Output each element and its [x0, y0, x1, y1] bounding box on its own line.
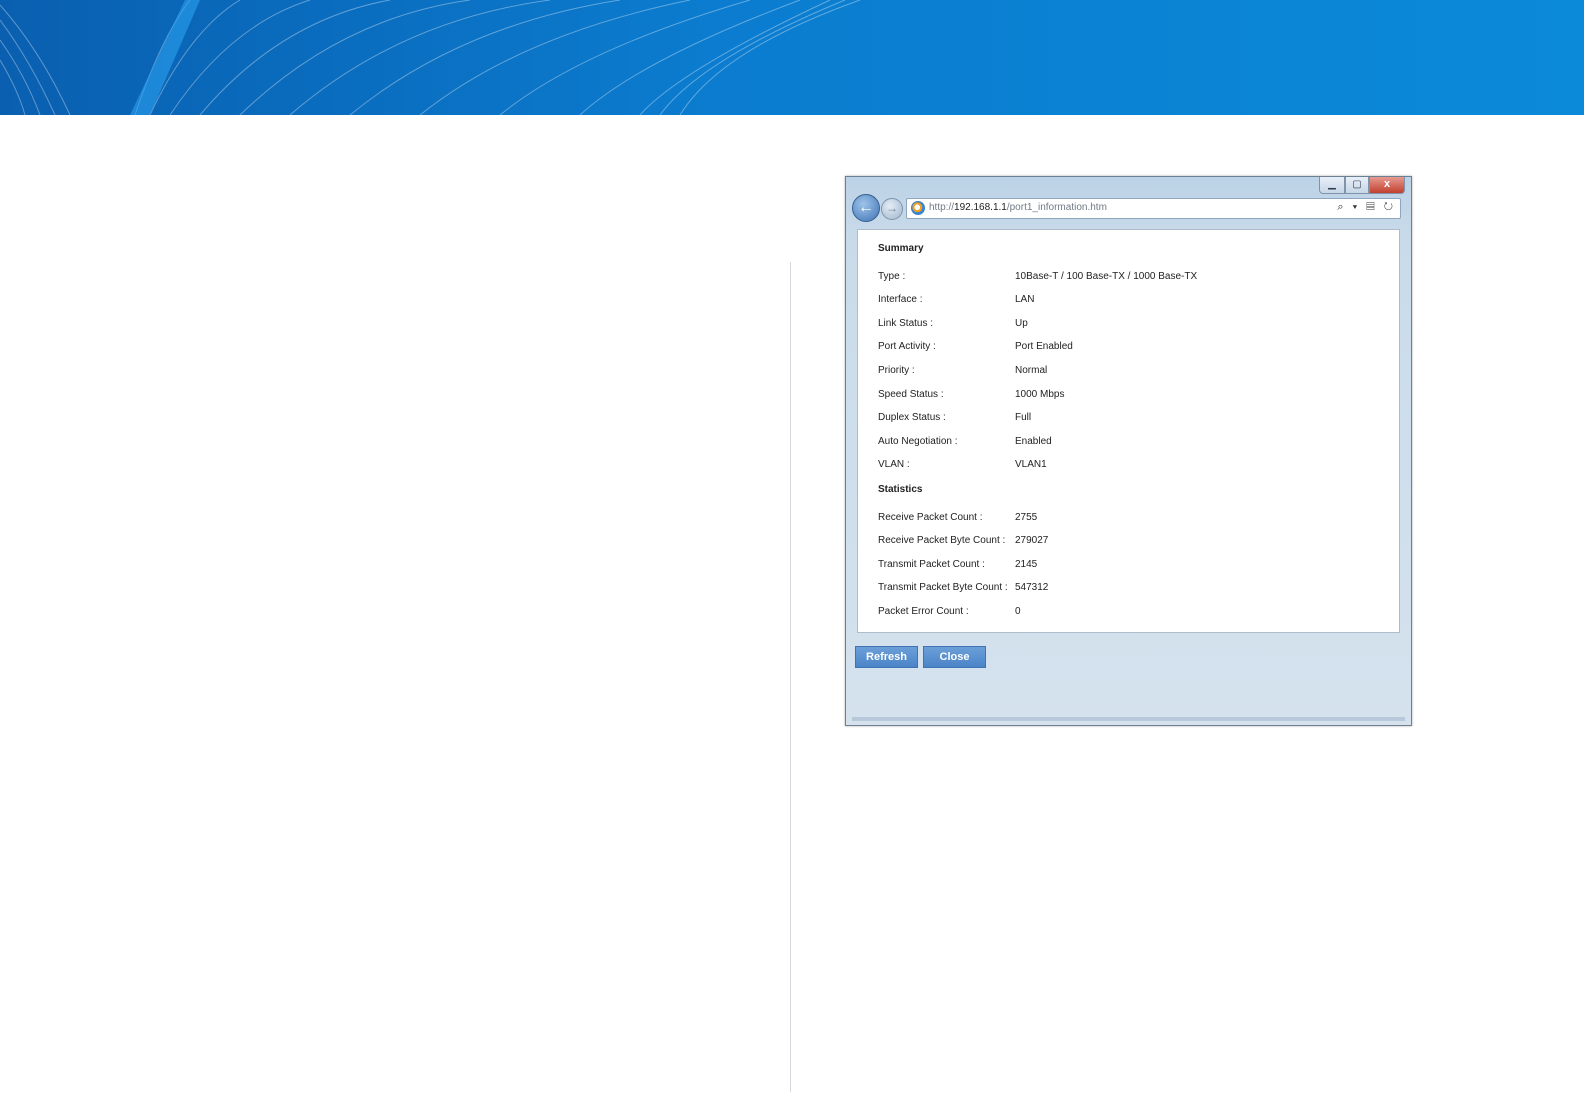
minimize-button[interactable]: ▁	[1319, 177, 1345, 194]
row-label: VLAN :	[878, 459, 910, 470]
address-tools[interactable]: ⌕ ▾ ▤ ↻	[1337, 201, 1396, 214]
refresh-button[interactable]: Refresh	[855, 646, 918, 668]
row-label: Receive Packet Byte Count :	[878, 535, 1006, 546]
row-value: Port Enabled	[1015, 341, 1073, 352]
arrow-right-icon: →	[886, 201, 898, 215]
row-value: 2755	[1015, 512, 1038, 523]
row-value: 1000 Mbps	[1015, 389, 1065, 400]
row-label: Auto Negotiation :	[878, 436, 958, 447]
column-divider	[790, 262, 791, 1092]
row-label: Link Status :	[878, 318, 934, 329]
banner-wave-graphic	[0, 0, 861, 115]
row-value: 10Base-T / 100 Base-TX / 1000 Base-TX	[1015, 271, 1198, 282]
row-value: 0	[1015, 606, 1021, 617]
row-value: 547312	[1015, 582, 1049, 593]
port-information-panel: Summary Type : 10Base-T / 100 Base-TX / …	[857, 229, 1400, 633]
ie-page-icon	[911, 201, 925, 215]
row-value: VLAN1	[1015, 459, 1047, 470]
row-value: Enabled	[1015, 436, 1052, 447]
url-prefix: http://	[929, 202, 955, 213]
close-icon: x	[1383, 178, 1391, 190]
row-value: Normal	[1015, 365, 1048, 376]
close-button[interactable]: Close	[923, 646, 986, 668]
row-label: Port Activity :	[878, 341, 936, 352]
row-value: Full	[1015, 412, 1032, 423]
row-value: 2145	[1015, 559, 1038, 570]
row-label: Type :	[878, 271, 906, 282]
arrow-left-icon: ←	[858, 199, 874, 216]
summary-heading: Summary	[878, 243, 924, 254]
maximize-icon: ▢	[1352, 179, 1362, 190]
row-label: Speed Status :	[878, 389, 944, 400]
row-value: LAN	[1015, 294, 1035, 305]
maximize-button[interactable]: ▢	[1345, 177, 1369, 194]
row-label: Duplex Status :	[878, 412, 946, 423]
url-host: 192.168.1.1	[954, 202, 1007, 213]
row-value: 279027	[1015, 535, 1049, 546]
address-bar[interactable]: http://192.168.1.1/port1_information.htm…	[906, 198, 1401, 219]
browser-window: ▁ ▢ x ← → http://192.168.1.1/port1_infor…	[845, 176, 1412, 726]
row-label: Transmit Packet Byte Count :	[878, 582, 1008, 593]
row-label: Interface :	[878, 294, 923, 305]
window-statusbar	[852, 717, 1405, 721]
row-label: Transmit Packet Count :	[878, 559, 985, 570]
back-button[interactable]: ←	[852, 194, 880, 222]
row-label: Receive Packet Count :	[878, 512, 983, 523]
url-text[interactable]: http://192.168.1.1/port1_information.htm	[929, 202, 1107, 213]
row-label: Priority :	[878, 365, 915, 376]
row-value: Up	[1015, 318, 1028, 329]
forward-button[interactable]: →	[881, 198, 903, 220]
window-close-button[interactable]: x	[1369, 177, 1405, 194]
statistics-heading: Statistics	[878, 484, 923, 495]
window-titlebar[interactable]: ▁ ▢ x	[846, 177, 1411, 197]
header-banner	[0, 0, 1584, 115]
url-path: /port1_information.htm	[1006, 202, 1107, 213]
row-label: Packet Error Count :	[878, 606, 969, 617]
minimize-icon: ▁	[1328, 179, 1336, 190]
